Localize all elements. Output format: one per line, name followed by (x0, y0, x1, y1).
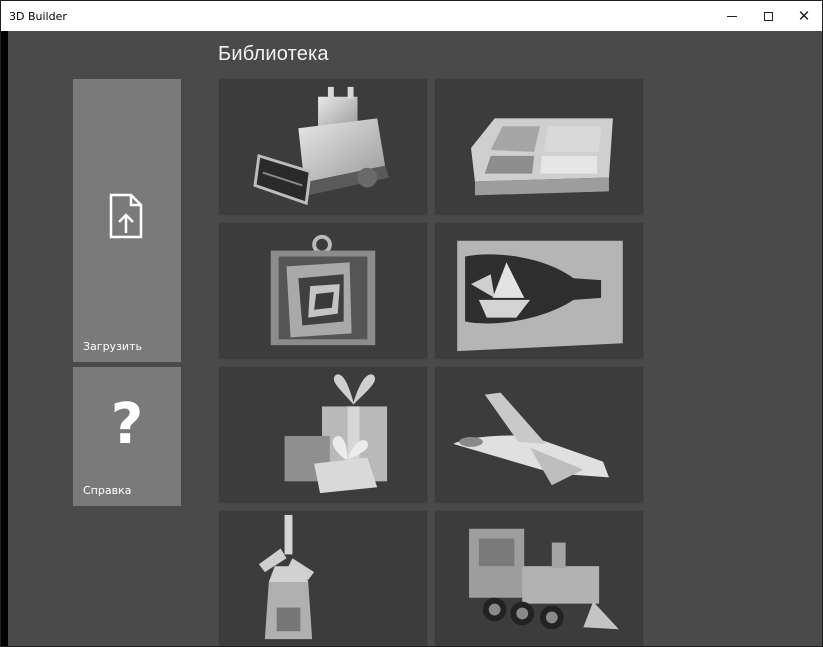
gift-boxes-model (284, 374, 388, 494)
help-tile[interactable]: ? Справка (73, 367, 181, 506)
model-tile-windmill[interactable] (218, 510, 428, 646)
train-model (469, 528, 619, 630)
app-window: 3D Builder ✕ Библиотека Загрузить ? Спра… (0, 0, 823, 647)
model-tile-ship-in-bottle[interactable] (434, 222, 644, 360)
maximize-icon (763, 11, 773, 21)
model-tile-frame-pendant[interactable] (218, 222, 428, 360)
windmill-model (258, 514, 315, 640)
library-title: Библиотека (218, 43, 329, 65)
ship-in-bottle-model (457, 240, 623, 352)
close-icon: ✕ (797, 7, 811, 25)
open-file-label: Загрузить (83, 340, 142, 353)
question-icon: ? (110, 392, 144, 457)
window-title: 3D Builder (9, 9, 67, 23)
open-file-tile[interactable]: Загрузить (73, 79, 181, 362)
model-tile-tray[interactable] (434, 78, 644, 216)
model-tile-gift-boxes[interactable] (218, 366, 428, 504)
model-tile-bulldozer[interactable] (218, 78, 428, 216)
help-label: Справка (83, 484, 132, 497)
tray-model (471, 118, 613, 196)
model-tile-train[interactable] (434, 510, 644, 646)
window-left-edge (1, 31, 8, 646)
model-tile-space-shuttle[interactable] (434, 366, 644, 504)
title-bar: 3D Builder ✕ (1, 1, 822, 31)
main-content: Библиотека Загрузить ? Справка (1, 31, 822, 646)
frame-pendant-model (270, 234, 376, 346)
minimize-button[interactable] (714, 1, 750, 31)
file-upload-icon (109, 193, 143, 239)
minimize-icon (727, 15, 737, 17)
maximize-button[interactable] (750, 1, 786, 31)
bulldozer-model (253, 86, 390, 206)
close-button[interactable]: ✕ (786, 1, 822, 31)
space-shuttle-model (453, 392, 609, 486)
